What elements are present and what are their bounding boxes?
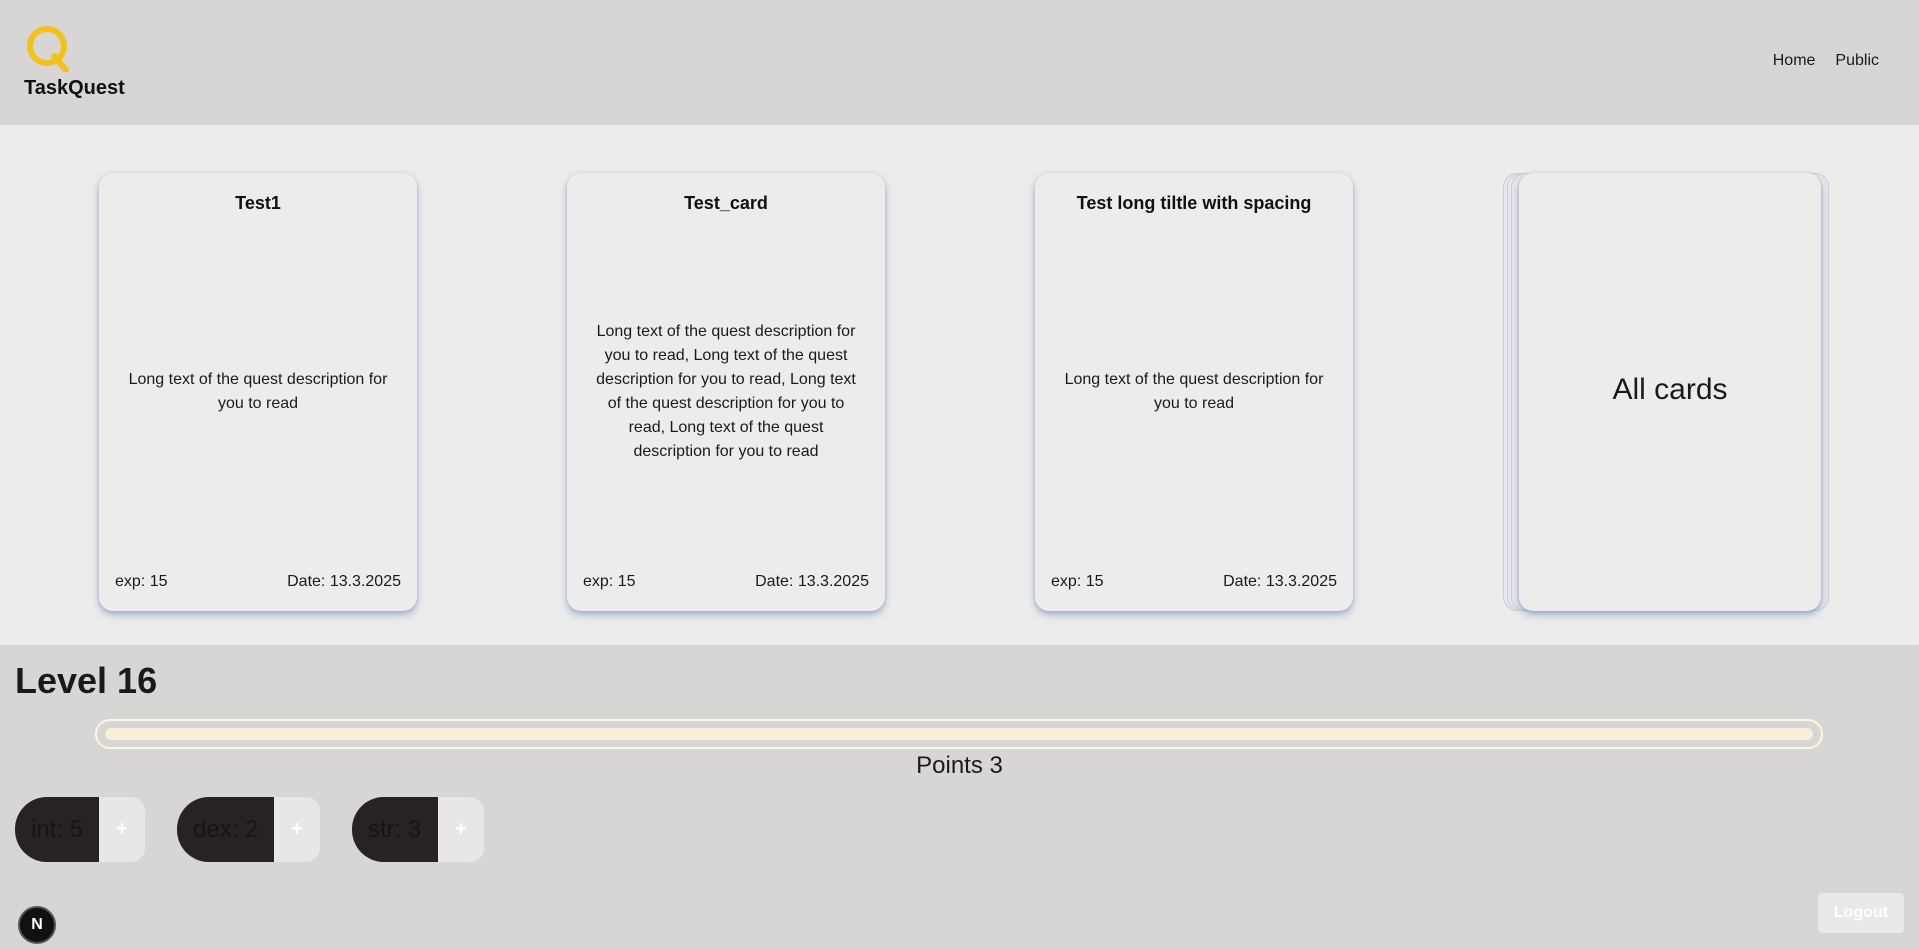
stat-int-label: int: 5 — [15, 797, 99, 862]
card-date: Date: 13.3.2025 — [287, 573, 401, 590]
card-description: Long text of the quest description for y… — [123, 223, 393, 561]
card-description: Long text of the quest description for y… — [1059, 223, 1329, 561]
stat-int-plus-button[interactable]: + — [99, 797, 145, 862]
card-exp: exp: 15 — [115, 573, 168, 590]
stat-str: str: 3 + — [352, 797, 484, 862]
stat-int: int: 5 + — [15, 797, 145, 862]
quest-cards-section: Test1 Long text of the quest description… — [0, 125, 1919, 645]
all-cards-label: All cards — [1612, 373, 1728, 406]
card-title: Test_card — [684, 193, 768, 213]
card-title: Test long tiltle with spacing — [1076, 193, 1312, 213]
card-description-text: Long text of the quest description for y… — [596, 323, 856, 460]
points-text: Points 3 — [916, 752, 1003, 779]
nav-home-link[interactable]: Home — [1773, 52, 1816, 70]
taskquest-logo-icon[interactable] — [24, 24, 74, 72]
card-exp: exp: 15 — [1051, 573, 1104, 590]
card-date: Date: 13.3.2025 — [1223, 573, 1337, 590]
stat-dex-label: dex: 2 — [177, 797, 274, 862]
card-description-text: Long text of the quest description for y… — [128, 371, 388, 412]
quest-card[interactable]: Test_card Long text of the quest descrip… — [567, 173, 885, 611]
level-progress-fill — [105, 728, 1813, 740]
header: TaskQuest Home Public — [0, 0, 1919, 125]
stat-dex: dex: 2 + — [177, 797, 320, 862]
card-date: Date: 13.3.2025 — [755, 573, 869, 590]
main-nav: Home Public — [1773, 52, 1879, 70]
stat-str-plus-button[interactable]: + — [438, 797, 484, 862]
level-title: Level 16 — [15, 660, 158, 701]
quest-card[interactable]: Test1 Long text of the quest description… — [99, 173, 417, 611]
quest-card[interactable]: Test long tiltle with spacing Long text … — [1035, 173, 1353, 611]
stat-dex-plus-button[interactable]: + — [274, 797, 320, 862]
card-description: Long text of the quest description for y… — [591, 223, 861, 561]
logout-button[interactable]: Logout — [1818, 893, 1904, 933]
n-badge-icon[interactable]: N — [18, 906, 56, 944]
brand-name: TaskQuest — [24, 77, 125, 99]
card-description-text: Long text of the quest description for y… — [1064, 371, 1324, 412]
card-title: Test1 — [235, 193, 281, 213]
card-exp: exp: 15 — [583, 573, 636, 590]
nav-public-link[interactable]: Public — [1835, 52, 1879, 70]
level-progress-bar — [95, 719, 1823, 749]
stat-str-label: str: 3 — [352, 797, 438, 862]
all-cards-button[interactable]: All cards — [1519, 173, 1821, 611]
